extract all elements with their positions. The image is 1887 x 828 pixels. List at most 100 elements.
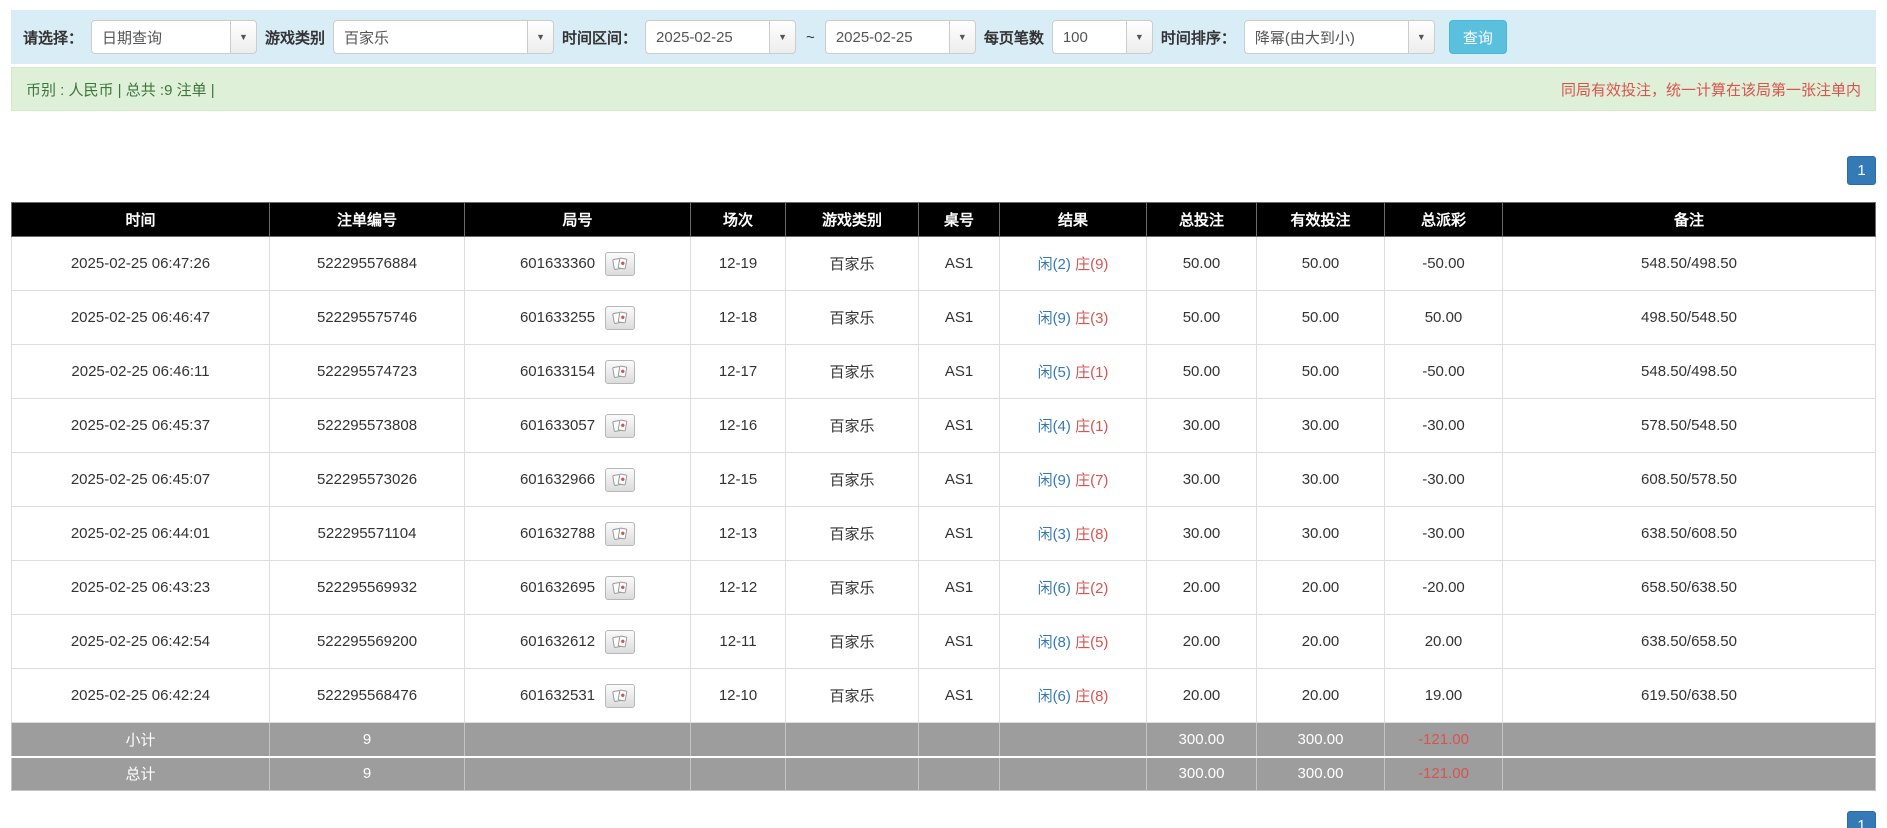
view-round-result-button[interactable] xyxy=(605,414,635,438)
summary-bar: 币别 : 人民币 | 总共 :9 注单 | 同局有效投注，统一计算在该局第一张注… xyxy=(11,67,1876,111)
page-size-dropdown-button[interactable]: ▼ xyxy=(1127,20,1153,54)
total-empty xyxy=(919,757,1000,791)
cell-bet-id: 522295573808 xyxy=(270,399,465,453)
cell-remark: 608.50/578.50 xyxy=(1503,453,1876,507)
view-round-result-button[interactable] xyxy=(605,630,635,654)
cell-bet-id: 522295569932 xyxy=(270,561,465,615)
page-button-1[interactable]: 1 xyxy=(1847,156,1876,185)
view-round-result-button[interactable] xyxy=(605,360,635,384)
date-range-separator: ~ xyxy=(804,29,817,46)
page-size-input[interactable] xyxy=(1052,20,1127,54)
cell-total-bet[interactable]: 50.00 xyxy=(1147,237,1257,291)
round-number: 601633057 xyxy=(520,417,595,434)
cell-remark: 619.50/638.50 xyxy=(1503,669,1876,723)
table-row: 2025-02-25 06:45:37522295573808 601633057… xyxy=(12,399,1876,453)
page-size-combo: ▼ xyxy=(1052,20,1153,54)
cell-total-bet[interactable]: 20.00 xyxy=(1147,561,1257,615)
filter-bar: 请选择： ▼ 游戏类别 ▼ 时间区间： ▼ ~ ▼ 每页笔数 ▼ 时间排序： ▼ xyxy=(11,10,1876,64)
query-type-input[interactable] xyxy=(91,20,231,54)
view-round-result-button[interactable] xyxy=(605,522,635,546)
cell-bet-id: 522295573026 xyxy=(270,453,465,507)
cell-payout: 20.00 xyxy=(1385,615,1503,669)
game-category-combo: ▼ xyxy=(333,20,554,54)
playing-cards-icon xyxy=(612,527,628,541)
cell-valid-bet: 30.00 xyxy=(1257,399,1385,453)
result-banker: 庄(3) xyxy=(1075,310,1108,327)
subtotal-payout: -121.00 xyxy=(1385,723,1503,757)
caret-down-icon: ▼ xyxy=(778,33,787,42)
records-table: 时间 注单编号 局号 场次 游戏类别 桌号 结果 总投注 有效投注 总派彩 备注… xyxy=(11,202,1876,791)
view-round-result-button[interactable] xyxy=(605,306,635,330)
cell-table-no: AS1 xyxy=(919,399,1000,453)
game-category-input[interactable] xyxy=(333,20,528,54)
sort-order-dropdown-button[interactable]: ▼ xyxy=(1409,20,1435,54)
game-category-dropdown-button[interactable]: ▼ xyxy=(528,20,554,54)
view-round-result-button[interactable] xyxy=(605,252,635,276)
total-payout: -121.00 xyxy=(1385,757,1503,791)
page-button-1[interactable]: 1 xyxy=(1847,811,1876,828)
cell-bet-id: 522295571104 xyxy=(270,507,465,561)
round-wrap: 601633360 xyxy=(520,252,635,276)
cell-session: 12-10 xyxy=(691,669,786,723)
cell-total-bet[interactable]: 20.00 xyxy=(1147,615,1257,669)
currency-total-text: 币别 : 人民币 | 总共 :9 注单 | xyxy=(26,79,215,100)
cell-total-bet[interactable]: 50.00 xyxy=(1147,345,1257,399)
view-round-result-button[interactable] xyxy=(605,468,635,492)
cell-payout: -50.00 xyxy=(1385,345,1503,399)
subtotal-count: 9 xyxy=(270,723,465,757)
cell-game-type: 百家乐 xyxy=(786,345,919,399)
table-row: 2025-02-25 06:42:54522295569200601632612… xyxy=(12,615,1876,669)
result-player: 闲(2) xyxy=(1038,256,1071,273)
date-to-input[interactable] xyxy=(825,20,950,54)
cell-total-bet[interactable]: 30.00 xyxy=(1147,507,1257,561)
cell-total-bet[interactable]: 50.00 xyxy=(1147,291,1257,345)
date-from-dropdown-button[interactable]: ▼ xyxy=(770,20,796,54)
cell-result: 闲(5) 庄(1) xyxy=(1000,345,1147,399)
total-valid-bet: 300.00 xyxy=(1257,757,1385,791)
round-wrap: 601632695 xyxy=(520,576,635,600)
date-from-input[interactable] xyxy=(645,20,770,54)
caret-down-icon: ▼ xyxy=(1417,33,1426,42)
sort-order-label: 时间排序： xyxy=(1161,27,1236,48)
table-header: 时间 注单编号 局号 场次 游戏类别 桌号 结果 总投注 有效投注 总派彩 备注 xyxy=(12,203,1876,237)
query-type-dropdown-button[interactable]: ▼ xyxy=(231,20,257,54)
cell-bet-id: 522295569200 xyxy=(270,615,465,669)
cell-result: 闲(9) 庄(3) xyxy=(1000,291,1147,345)
sort-order-input[interactable] xyxy=(1244,20,1409,54)
cell-game-type: 百家乐 xyxy=(786,507,919,561)
cell-game-type: 百家乐 xyxy=(786,615,919,669)
cell-game-type: 百家乐 xyxy=(786,669,919,723)
cell-valid-bet: 30.00 xyxy=(1257,507,1385,561)
cell-total-bet[interactable]: 20.00 xyxy=(1147,669,1257,723)
subtotal-empty xyxy=(1000,723,1147,757)
cell-round: 601633255 xyxy=(465,291,691,345)
cell-total-bet[interactable]: 30.00 xyxy=(1147,399,1257,453)
subtotal-empty xyxy=(919,723,1000,757)
col-result: 结果 xyxy=(1000,203,1147,237)
bottom-pagination: 1 xyxy=(11,811,1876,828)
cell-time: 2025-02-25 06:45:37 xyxy=(12,399,270,453)
view-round-result-button[interactable] xyxy=(605,576,635,600)
query-button[interactable]: 查询 xyxy=(1449,20,1507,54)
total-empty xyxy=(1000,757,1147,791)
cell-session: 12-19 xyxy=(691,237,786,291)
cell-total-bet[interactable]: 30.00 xyxy=(1147,453,1257,507)
same-round-notice-text: 同局有效投注，统一计算在该局第一张注单内 xyxy=(1561,79,1861,100)
date-to-dropdown-button[interactable]: ▼ xyxy=(950,20,976,54)
col-valid-bet: 有效投注 xyxy=(1257,203,1385,237)
cell-table-no: AS1 xyxy=(919,669,1000,723)
col-session: 场次 xyxy=(691,203,786,237)
round-number: 601632966 xyxy=(520,471,595,488)
round-number: 601632695 xyxy=(520,579,595,596)
game-category-label: 游戏类别 xyxy=(265,27,325,48)
cell-valid-bet: 50.00 xyxy=(1257,345,1385,399)
sort-order-combo: ▼ xyxy=(1244,20,1435,54)
subtotal-empty xyxy=(1503,723,1876,757)
cell-payout: -20.00 xyxy=(1385,561,1503,615)
table-footer: 小计 9 300.00 300.00 -121.00 总计 9 xyxy=(12,723,1876,791)
view-round-result-button[interactable] xyxy=(605,684,635,708)
round-number: 601632531 xyxy=(520,687,595,704)
result-banker: 庄(1) xyxy=(1075,364,1108,381)
result-player: 闲(4) xyxy=(1038,418,1071,435)
cell-table-no: AS1 xyxy=(919,507,1000,561)
